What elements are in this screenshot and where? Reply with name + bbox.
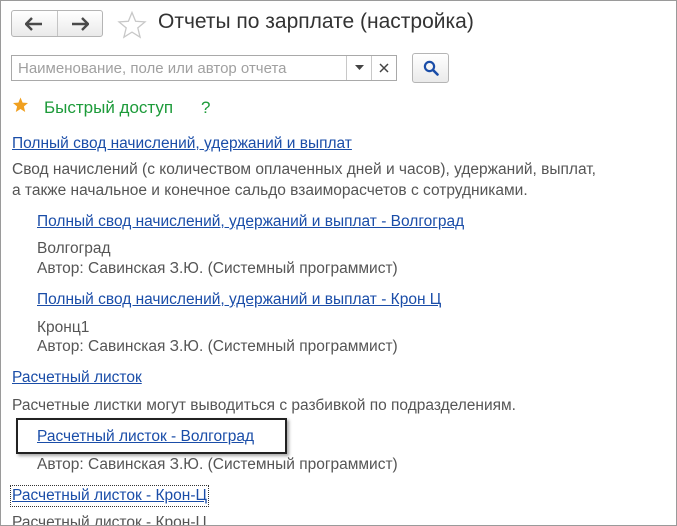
quick-access-star: [12, 97, 29, 118]
forward-button[interactable]: [56, 11, 103, 36]
report-description-line: Свод начислений (с количеством оплаченны…: [12, 161, 596, 178]
quick-access-help[interactable]: ?: [201, 98, 210, 118]
report-variant-author: Автор: Савинская З.Ю. (Системный програм…: [37, 260, 398, 277]
page-title: Отчеты по зарплате (настройка): [158, 10, 474, 33]
report-variant-description: Кронц1: [37, 319, 90, 336]
navigation-buttons: [11, 10, 103, 37]
search-dropdown-button[interactable]: [346, 56, 371, 80]
report-variant-link[interactable]: Полный свод начислений, удержаний и выпл…: [37, 291, 441, 309]
report-variant-author: Автор: Савинская З.Ю. (Системный програм…: [37, 338, 398, 355]
report-link-full-summary[interactable]: Полный свод начислений, удержаний и выпл…: [12, 135, 352, 153]
report-variant-author: Автор: Савинская З.Ю. (Системный програм…: [37, 456, 398, 473]
search-input[interactable]: [12, 56, 346, 80]
star-filled-icon: [13, 97, 28, 112]
favorite-star-button[interactable]: [117, 10, 147, 44]
report-variant-link[interactable]: Полный свод начислений, удержаний и выпл…: [37, 213, 464, 231]
search-clear-button[interactable]: [371, 56, 396, 80]
report-variant-link[interactable]: Расчетный листок - Волгоград: [37, 428, 254, 446]
report-description-line: Расчетные листки могут выводиться с разб…: [12, 397, 516, 414]
search-button[interactable]: [412, 53, 449, 83]
back-button[interactable]: [12, 11, 57, 36]
report-link-partial: Расчетный листок - Крон-Ц: [12, 514, 207, 526]
report-link-payslip[interactable]: Расчетный листок: [12, 369, 142, 387]
report-link-payslip-kron[interactable]: Расчетный листок - Крон-Ц: [10, 485, 209, 507]
chevron-down-icon: [354, 65, 364, 70]
star-outline-icon: [117, 10, 147, 39]
search-field: [11, 55, 397, 81]
quick-access-title: Быстрый доступ: [44, 98, 174, 117]
arrow-left-icon: [25, 16, 43, 31]
report-variant-description: Волгоград: [37, 240, 111, 257]
close-icon: [379, 63, 389, 73]
magnifier-icon: [423, 60, 439, 76]
report-settings-window: Отчеты по зарплате (настройка) Быстрый д…: [0, 0, 677, 526]
arrow-right-icon: [71, 16, 89, 31]
report-description-line: а также начальное и конечное сальдо взаи…: [12, 182, 528, 199]
